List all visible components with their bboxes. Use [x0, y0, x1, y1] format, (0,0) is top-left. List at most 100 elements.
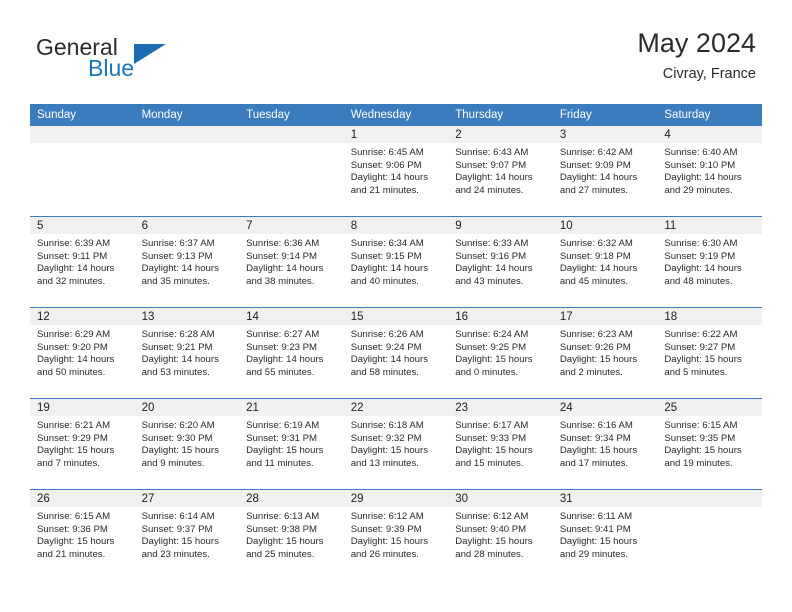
brand-logo[interactable]: General Blue	[36, 36, 166, 81]
daylight-text: Daylight: 14 hours and 40 minutes.	[350, 263, 429, 287]
calendar-day-cell[interactable]: 18 Sunrise: 6:22 AM Sunset: 9:27 PM Dayligh…	[657, 307, 762, 399]
calendar-day-cell[interactable]: 5 Sunrise: 6:39 AM Sunset: 9:11 PM Daylight…	[30, 216, 135, 308]
day-details: Sunrise: 6:26 AM Sunset: 9:24 PM Daylight:…	[344, 325, 449, 379]
calendar-day-cell[interactable]: 2 Sunrise: 6:43 AM Sunset: 9:07 PM Daylight…	[448, 126, 553, 217]
sunset-text: Sunset: 9:40 PM	[455, 523, 527, 535]
sunset-text: Sunset: 9:19 PM	[664, 250, 736, 262]
weekday-header-tuesday: Tuesday	[239, 104, 344, 126]
calendar-day-cell[interactable]: 4 Sunrise: 6:40 AM Sunset: 9:10 PM Daylight…	[657, 126, 762, 217]
daylight-text: Daylight: 14 hours and 27 minutes.	[559, 172, 638, 196]
page-title: May 2024	[637, 28, 756, 58]
day-number: 22	[343, 399, 449, 416]
sunrise-text: Sunrise: 6:26 AM	[350, 329, 424, 340]
location-subtitle: Civray, France	[662, 65, 756, 82]
calendar-day-cell[interactable]: 10 Sunrise: 6:32 AM Sunset: 9:18 PM Dayligh…	[552, 216, 658, 308]
calendar-day-cell[interactable]: 20 Sunrise: 6:20 AM Sunset: 9:30 PM Dayligh…	[134, 398, 240, 490]
sunset-text: Sunset: 9:10 PM	[664, 159, 736, 171]
daylight-text: Daylight: 14 hours and 21 minutes.	[350, 172, 429, 196]
calendar-day-cell[interactable]: 7 Sunrise: 6:36 AM Sunset: 9:14 PM Daylight…	[239, 216, 344, 308]
calendar-day-cell[interactable]: 8 Sunrise: 6:34 AM Sunset: 9:15 PM Daylight…	[343, 216, 449, 308]
calendar-day-cell[interactable]: 29 Sunrise: 6:12 AM Sunset: 9:39 PM Dayligh…	[343, 489, 449, 580]
calendar-day-cell[interactable]: 22 Sunrise: 6:18 AM Sunset: 9:32 PM Dayligh…	[343, 398, 449, 490]
calendar-day-cell[interactable]: 27 Sunrise: 6:14 AM Sunset: 9:37 PM Dayligh…	[134, 489, 240, 580]
daylight-text: Daylight: 15 hours and 2 minutes.	[559, 354, 638, 378]
day-details: Sunrise: 6:45 AM Sunset: 9:06 PM Daylight:…	[344, 143, 449, 197]
brand-name-blue: Blue	[88, 55, 135, 81]
daylight-text: Daylight: 14 hours and 45 minutes.	[559, 263, 638, 287]
sunset-text: Sunset: 9:25 PM	[455, 341, 527, 353]
day-details: Sunrise: 6:27 AM Sunset: 9:23 PM Daylight:…	[239, 325, 344, 379]
calendar-day-cell[interactable]: 6 Sunrise: 6:37 AM Sunset: 9:13 PM Daylight…	[134, 216, 240, 308]
calendar-day-cell[interactable]: 19 Sunrise: 6:21 AM Sunset: 9:29 PM Dayligh…	[30, 398, 135, 490]
title-block: May 2024 Civray, France	[637, 28, 756, 83]
daylight-text: Daylight: 15 hours and 7 minutes.	[37, 445, 115, 469]
day-number: 4	[657, 126, 762, 143]
sunrise-text: Sunrise: 6:17 AM	[455, 420, 529, 431]
day-number: 16	[448, 308, 553, 325]
sunset-text: Sunset: 9:36 PM	[37, 523, 108, 535]
day-number: 30	[448, 490, 553, 507]
day-number: 8	[343, 217, 449, 234]
calendar-day-cell[interactable]: 28 Sunrise: 6:13 AM Sunset: 9:38 PM Dayligh…	[239, 489, 344, 580]
sunrise-text: Sunrise: 6:42 AM	[559, 147, 633, 158]
day-details: Sunrise: 6:33 AM Sunset: 9:16 PM Daylight:…	[448, 234, 553, 288]
day-details: Sunrise: 6:15 AM Sunset: 9:36 PM Daylight:…	[30, 507, 135, 561]
day-number	[30, 126, 135, 143]
calendar-day-cell[interactable]: 30 Sunrise: 6:12 AM Sunset: 9:40 PM Dayligh…	[448, 489, 553, 580]
calendar-day-cell[interactable]: 24 Sunrise: 6:16 AM Sunset: 9:34 PM Dayligh…	[552, 398, 658, 490]
day-details: Sunrise: 6:21 AM Sunset: 9:29 PM Daylight:…	[30, 416, 135, 470]
sunrise-text: Sunrise: 6:11 AM	[559, 511, 633, 522]
day-details: Sunrise: 6:37 AM Sunset: 9:13 PM Daylight:…	[135, 234, 240, 288]
day-details: Sunrise: 6:22 AM Sunset: 9:27 PM Daylight:…	[657, 325, 762, 379]
daylight-text: Daylight: 14 hours and 29 minutes.	[664, 172, 742, 196]
sunrise-text: Sunrise: 6:15 AM	[37, 511, 111, 522]
calendar-day-cell[interactable]: 21 Sunrise: 6:19 AM Sunset: 9:31 PM Dayligh…	[239, 398, 344, 490]
sunrise-text: Sunrise: 6:19 AM	[246, 420, 320, 431]
calendar-day-cell[interactable]: 26 Sunrise: 6:15 AM Sunset: 9:36 PM Dayligh…	[30, 489, 135, 580]
calendar-day-cell[interactable]: 9 Sunrise: 6:33 AM Sunset: 9:16 PM Daylight…	[448, 216, 553, 308]
day-number: 5	[30, 217, 135, 234]
weekday-header-monday: Monday	[134, 104, 240, 126]
weekday-header-row: Sunday Monday Tuesday Wednesday Thursday…	[30, 104, 762, 126]
sunset-text: Sunset: 9:11 PM	[37, 250, 108, 262]
calendar-day-cell[interactable]: 16 Sunrise: 6:24 AM Sunset: 9:25 PM Dayligh…	[448, 307, 553, 399]
daylight-text: Daylight: 15 hours and 5 minutes.	[664, 354, 742, 378]
sunset-text: Sunset: 9:15 PM	[350, 250, 422, 262]
calendar-day-cell[interactable]: 14 Sunrise: 6:27 AM Sunset: 9:23 PM Dayligh…	[239, 307, 344, 399]
day-number: 15	[343, 308, 449, 325]
daylight-text: Daylight: 15 hours and 17 minutes.	[559, 445, 638, 469]
calendar-day-cell[interactable]: 12 Sunrise: 6:29 AM Sunset: 9:20 PM Dayligh…	[30, 307, 135, 399]
day-number: 14	[239, 308, 344, 325]
calendar-day-cell[interactable]: 1 Sunrise: 6:45 AM Sunset: 9:06 PM Daylight…	[343, 126, 449, 217]
day-details: Sunrise: 6:24 AM Sunset: 9:25 PM Daylight:…	[448, 325, 553, 379]
daylight-text: Daylight: 14 hours and 50 minutes.	[37, 354, 115, 378]
sunrise-text: Sunrise: 6:32 AM	[559, 238, 633, 249]
calendar-day-cell[interactable]: 15 Sunrise: 6:26 AM Sunset: 9:24 PM Dayligh…	[343, 307, 449, 399]
sunrise-text: Sunrise: 6:21 AM	[37, 420, 111, 431]
calendar-day-cell[interactable]: 23 Sunrise: 6:17 AM Sunset: 9:33 PM Dayligh…	[448, 398, 553, 490]
day-details: Sunrise: 6:28 AM Sunset: 9:21 PM Daylight:…	[135, 325, 240, 379]
calendar-day-cell[interactable]: 13 Sunrise: 6:28 AM Sunset: 9:21 PM Dayligh…	[134, 307, 240, 399]
calendar-table: Sunday Monday Tuesday Wednesday Thursday…	[30, 104, 762, 580]
calendar-day-cell[interactable]: 31 Sunrise: 6:11 AM Sunset: 9:41 PM Dayligh…	[552, 489, 658, 580]
weekday-header-wednesday: Wednesday	[343, 104, 449, 126]
daylight-text: Daylight: 15 hours and 15 minutes.	[455, 445, 533, 469]
calendar-day-cell[interactable]: 25 Sunrise: 6:15 AM Sunset: 9:35 PM Dayligh…	[657, 398, 762, 490]
day-details: Sunrise: 6:30 AM Sunset: 9:19 PM Daylight:…	[657, 234, 762, 288]
calendar-day-cell[interactable]: 17 Sunrise: 6:23 AM Sunset: 9:26 PM Dayligh…	[552, 307, 658, 399]
daylight-text: Daylight: 15 hours and 29 minutes.	[559, 536, 638, 560]
day-number: 7	[239, 217, 344, 234]
calendar-day-cell[interactable]: 11 Sunrise: 6:30 AM Sunset: 9:19 PM Dayligh…	[657, 216, 762, 308]
calendar-week-row: 1 Sunrise: 6:45 AM Sunset: 9:06 PM Daylight…	[30, 126, 762, 217]
sunset-text: Sunset: 9:33 PM	[455, 432, 527, 444]
day-details: Sunrise: 6:43 AM Sunset: 9:07 PM Daylight:…	[448, 143, 553, 197]
sunset-text: Sunset: 9:18 PM	[559, 250, 631, 262]
sunset-text: Sunset: 9:16 PM	[455, 250, 527, 262]
calendar-day-cell[interactable]: 3 Sunrise: 6:42 AM Sunset: 9:09 PM Daylight…	[552, 126, 658, 217]
daylight-text: Daylight: 15 hours and 26 minutes.	[350, 536, 429, 560]
sunset-text: Sunset: 9:26 PM	[559, 341, 631, 353]
page-header: General Blue May 2024 Civray, France	[0, 0, 792, 81]
sunset-text: Sunset: 9:09 PM	[559, 159, 631, 171]
sunset-text: Sunset: 9:37 PM	[141, 523, 213, 535]
sunset-text: Sunset: 9:32 PM	[350, 432, 422, 444]
